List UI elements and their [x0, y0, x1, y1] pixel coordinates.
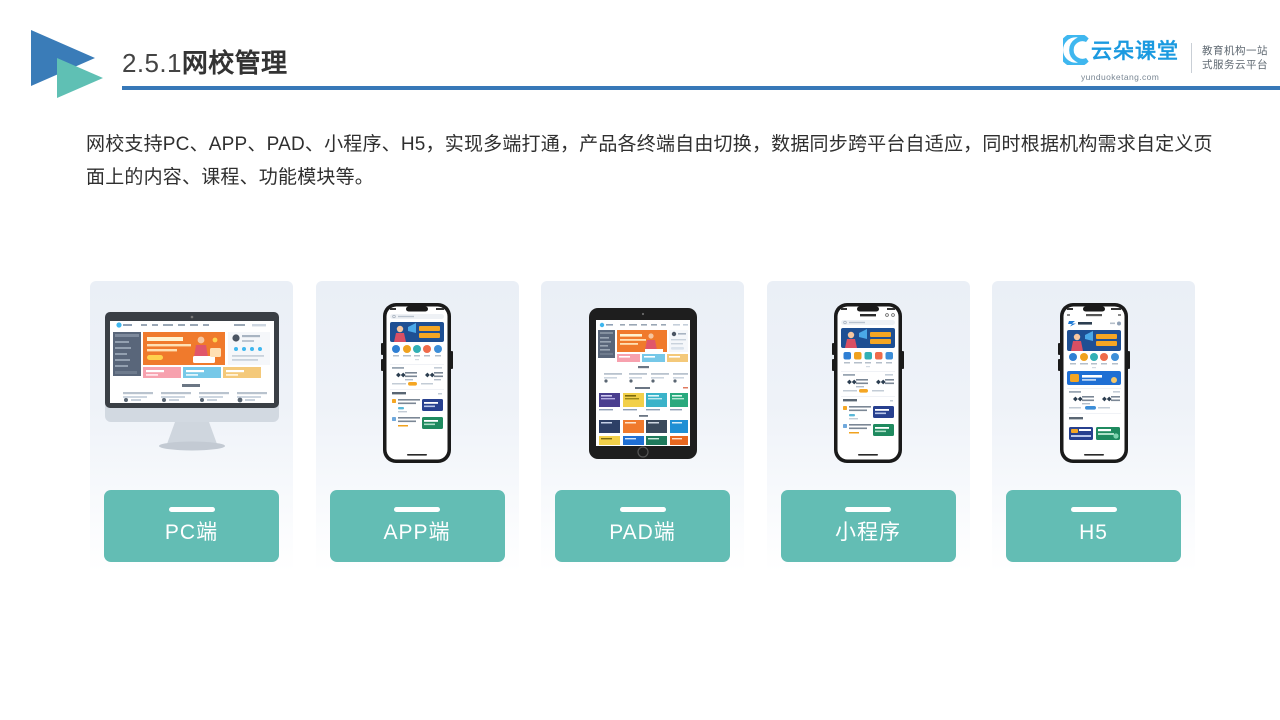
play-triangle-logo — [27, 28, 123, 100]
iphone-miniprogram-icon — [767, 281, 970, 486]
card-label-miniprogram[interactable]: 小程序 — [780, 490, 956, 562]
brand-name: 云朵课堂 — [1091, 40, 1179, 63]
page-title: 2.5.1网校管理 — [122, 46, 287, 80]
card-label-text: 小程序 — [835, 521, 901, 544]
card-label-h5[interactable]: H5 — [1006, 490, 1181, 562]
label-accent-bar — [394, 507, 440, 512]
device-card-list: PC端 APP端 PAD端 小程序 H5 — [90, 281, 1195, 572]
card-label-text: PC端 — [164, 521, 219, 544]
device-card-pad[interactable]: PAD端 — [541, 281, 744, 572]
brand-tagline: 教育机构一站 式服务云平台 — [1202, 44, 1268, 72]
iphone-h5-icon — [992, 281, 1195, 486]
page-title-name: 网校管理 — [181, 48, 288, 78]
title-divider-rule — [122, 86, 1280, 90]
body-paragraph: 网校支持PC、APP、PAD、小程序、H5，实现多端打通，产品各终端自由切换，数… — [86, 134, 1213, 188]
page-header: 2.5.1网校管理 云朵课堂 yunduoketang.com 教育机构一站 式… — [0, 0, 1280, 108]
card-label-text: PAD端 — [609, 521, 676, 544]
card-label-pc[interactable]: PC端 — [104, 490, 279, 562]
card-label-text: H5 — [1079, 521, 1108, 544]
card-label-text: APP端 — [383, 521, 451, 544]
iphone-icon — [316, 281, 519, 486]
brand-logo: 云朵课堂 yunduoketang.com 教育机构一站 式服务云平台 — [1058, 32, 1268, 82]
label-accent-bar — [845, 507, 891, 512]
label-accent-bar — [168, 507, 215, 512]
device-card-app[interactable]: APP端 — [315, 281, 519, 572]
imac-icon — [90, 281, 293, 486]
ipad-icon — [541, 281, 744, 486]
page-title-number: 2.5.1 — [122, 48, 182, 78]
card-label-app[interactable]: APP端 — [329, 490, 505, 562]
brand-url: yunduoketang.com — [1081, 71, 1160, 82]
brand-tagline-line1: 教育机构一站 — [1202, 45, 1268, 57]
brand-divider — [1191, 43, 1192, 73]
label-accent-bar — [619, 507, 666, 512]
device-card-pc[interactable]: PC端 — [90, 281, 293, 572]
brand-tagline-line2: 式服务云平台 — [1202, 59, 1268, 71]
device-card-miniprogram[interactable]: 小程序 — [766, 281, 970, 572]
card-label-pad[interactable]: PAD端 — [555, 490, 730, 562]
device-card-h5[interactable]: H5 — [992, 281, 1195, 572]
label-accent-bar — [1070, 507, 1117, 512]
